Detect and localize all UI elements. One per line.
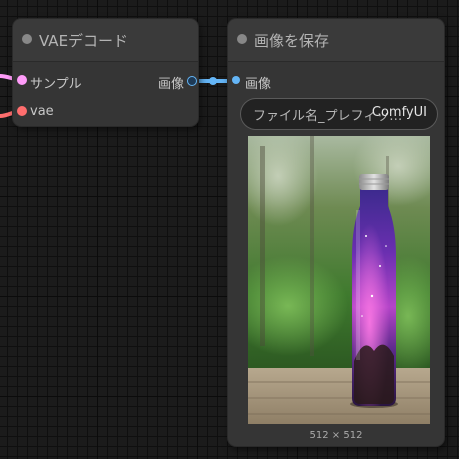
node-collapse-dot[interactable] xyxy=(237,34,247,44)
vae-decode-title: VAEデコード xyxy=(39,32,129,50)
node-collapse-dot[interactable] xyxy=(22,34,32,44)
save-image-node-header[interactable]: 画像を保存 xyxy=(228,19,444,62)
image-input-slot[interactable] xyxy=(232,76,240,84)
image-output-slot[interactable] xyxy=(187,76,197,86)
samples-input-label: サンプル xyxy=(30,77,82,92)
samples-input-slot[interactable] xyxy=(17,75,27,85)
image-output-label: 画像 xyxy=(157,77,184,92)
image-input-label: 画像 xyxy=(245,77,272,92)
filename-prefix-value: ComfyUI xyxy=(371,105,427,120)
filename-prefix-widget[interactable]: ファイル名_プレフィッ… ComfyUI xyxy=(240,98,438,130)
output-image-preview[interactable] xyxy=(248,136,430,424)
image-size-label: 512 × 512 xyxy=(309,430,363,441)
vae-input-label: vae xyxy=(30,104,54,119)
vae-decode-node[interactable]: VAEデコード サンプル vae 画像 xyxy=(13,19,198,126)
vae-decode-node-header[interactable]: VAEデコード xyxy=(13,19,198,62)
graph-canvas[interactable]: VAEデコード サンプル vae 画像 画像を保存 画像 ファイル名_プレフィッ… xyxy=(0,0,459,459)
bottle-image xyxy=(248,136,430,424)
save-image-title: 画像を保存 xyxy=(254,32,330,50)
image-link-center-dot[interactable] xyxy=(209,77,217,85)
vae-input-slot[interactable] xyxy=(17,106,27,116)
